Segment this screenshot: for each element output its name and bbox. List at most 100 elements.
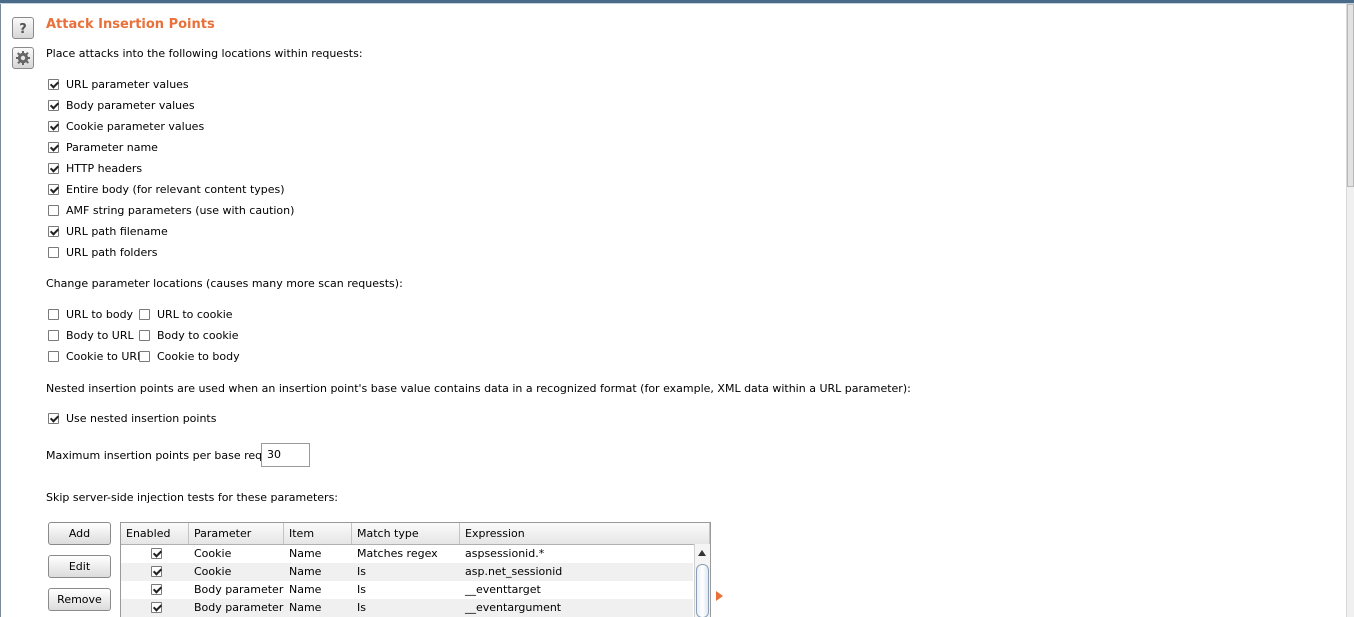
checkbox-label: URL parameter values (66, 78, 189, 91)
page-scrollbar[interactable] (1346, 4, 1354, 617)
use-nested-checkbox[interactable]: Use nested insertion points (48, 412, 216, 425)
cell-match-type: Is (357, 583, 366, 596)
checkbox-label: AMF string parameters (use with caution) (66, 204, 295, 217)
cell-match-type: Matches regex (357, 547, 438, 560)
scroll-thumb[interactable] (696, 564, 709, 617)
checkbox-box[interactable] (48, 142, 59, 153)
cell-parameter: Body parameter (194, 583, 284, 596)
column-header-expression[interactable]: Expression (460, 523, 710, 544)
checkbox-label: URL to body (66, 308, 134, 321)
table-row[interactable]: Cookie Name Is asp.net_sessionid (121, 563, 693, 581)
cell-expression: __eventtarget (465, 583, 541, 596)
table-row[interactable]: Body parameter Name Is __eventargument (121, 599, 693, 617)
skip-params-table[interactable]: Enabled Parameter Item Match type Expres… (120, 522, 711, 617)
checkbox-label: Cookie parameter values (66, 120, 205, 133)
edit-button[interactable]: Edit (48, 555, 111, 578)
gear-icon (16, 51, 30, 65)
location-checkbox[interactable]: Body parameter values (48, 99, 195, 112)
change-location-checkbox[interactable]: URL to body (48, 308, 133, 321)
help-icon: ? (19, 22, 27, 36)
checkbox-box[interactable] (48, 79, 59, 90)
location-checkbox[interactable]: Parameter name (48, 141, 158, 154)
section-title: Attack Insertion Points (46, 17, 215, 32)
change-locations-label: Change parameter locations (causes many … (46, 277, 403, 290)
table-header: Enabled Parameter Item Match type Expres… (121, 523, 710, 545)
checkbox-label: URL to cookie (157, 308, 233, 321)
cell-expression: asp.net_sessionid (465, 565, 563, 578)
checkbox-label: Body to cookie (157, 329, 239, 342)
change-location-checkbox[interactable]: Cookie to body (139, 350, 240, 363)
scroll-up-icon[interactable] (698, 550, 706, 556)
svg-text:?: ? (19, 22, 27, 36)
column-header-match-type[interactable]: Match type (352, 523, 460, 544)
column-header-parameter[interactable]: Parameter (189, 523, 284, 544)
enabled-checkbox[interactable] (151, 602, 162, 613)
window-top-border-inner (0, 3, 1354, 4)
checkbox-box[interactable] (48, 413, 59, 424)
checkbox-label: Entire body (for relevant content types) (66, 183, 285, 196)
checkbox-box[interactable] (48, 121, 59, 132)
change-location-checkbox[interactable]: Body to URL (48, 329, 134, 342)
cell-match-type: Is (357, 565, 366, 578)
skip-label: Skip server-side injection tests for the… (46, 491, 339, 504)
cell-item: Name (289, 601, 322, 614)
cell-parameter: Body parameter (194, 601, 284, 614)
column-header-item[interactable]: Item (284, 523, 352, 544)
checkbox-box[interactable] (139, 351, 150, 362)
checkbox-label: Body to URL (66, 329, 134, 342)
table-row[interactable]: Cookie Name Matches regex aspsessionid.* (121, 545, 693, 563)
checkbox-box[interactable] (48, 351, 59, 362)
change-location-checkbox[interactable]: Body to cookie (139, 329, 239, 342)
remove-button[interactable]: Remove (48, 588, 111, 611)
checkbox-box[interactable] (48, 247, 59, 258)
cell-expression: __eventargument (465, 601, 562, 614)
cell-enabled[interactable] (121, 563, 189, 581)
checkbox-label: Parameter name (66, 141, 158, 154)
checkbox-label: HTTP headers (66, 162, 143, 175)
checkbox-box[interactable] (48, 163, 59, 174)
cell-match-type: Is (357, 601, 366, 614)
nested-label: Nested insertion points are used when an… (46, 382, 911, 395)
location-checkbox[interactable]: URL path folders (48, 246, 158, 259)
location-checkbox[interactable]: Entire body (for relevant content types) (48, 183, 285, 196)
cell-enabled[interactable] (121, 545, 189, 563)
max-points-label: Maximum insertion points per base reques… (46, 449, 290, 462)
location-checkbox[interactable]: Cookie parameter values (48, 120, 204, 133)
enabled-checkbox[interactable] (151, 566, 162, 577)
help-button[interactable]: ? (12, 17, 34, 39)
expand-arrow-icon[interactable] (716, 591, 723, 601)
max-points-input[interactable]: 30 (261, 443, 310, 467)
checkbox-label: Cookie to URL (66, 350, 144, 363)
location-checkbox[interactable]: HTTP headers (48, 162, 142, 175)
table-row[interactable]: Body parameter Name Is __eventtarget (121, 581, 693, 599)
checkbox-label: Cookie to body (157, 350, 240, 363)
checkbox-box[interactable] (48, 205, 59, 216)
table-scrollbar[interactable] (694, 544, 710, 617)
checkbox-box[interactable] (48, 330, 59, 341)
location-checkbox[interactable]: URL parameter values (48, 78, 189, 91)
cell-item: Name (289, 583, 322, 596)
change-location-checkbox[interactable]: Cookie to URL (48, 350, 143, 363)
cell-parameter: Cookie (194, 547, 232, 560)
checkbox-label: URL path folders (66, 246, 158, 259)
checkbox-box[interactable] (48, 226, 59, 237)
checkbox-box[interactable] (139, 330, 150, 341)
cell-expression: aspsessionid.* (465, 547, 545, 560)
location-checkbox[interactable]: URL path filename (48, 225, 168, 238)
window-left-border (0, 4, 1, 617)
checkbox-label: Use nested insertion points (66, 412, 217, 425)
add-button[interactable]: Add (48, 522, 111, 545)
page-scroll-thumb[interactable] (1347, 4, 1354, 187)
location-checkbox[interactable]: AMF string parameters (use with caution) (48, 204, 294, 217)
checkbox-box[interactable] (139, 309, 150, 320)
checkbox-box[interactable] (48, 184, 59, 195)
column-header-enabled[interactable]: Enabled (121, 523, 189, 544)
cell-enabled[interactable] (121, 599, 189, 617)
enabled-checkbox[interactable] (151, 548, 162, 559)
cell-enabled[interactable] (121, 581, 189, 599)
settings-button[interactable] (12, 47, 34, 69)
enabled-checkbox[interactable] (151, 584, 162, 595)
change-location-checkbox[interactable]: URL to cookie (139, 308, 233, 321)
checkbox-box[interactable] (48, 309, 59, 320)
checkbox-box[interactable] (48, 100, 59, 111)
